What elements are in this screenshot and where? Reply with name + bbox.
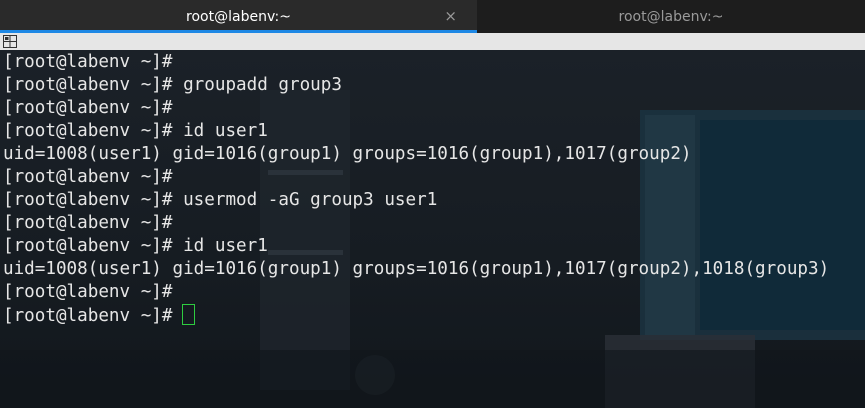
terminal-line: [root@labenv ~]# id user1 — [3, 120, 865, 143]
terminal-line-text: [root@labenv ~]# — [3, 98, 173, 118]
terminal-line: uid=1008(user1) gid=1016(group1) groups=… — [3, 258, 865, 281]
terminal-line-text: [root@labenv ~]# groupadd group3 — [3, 75, 342, 95]
terminal-line: [root@labenv ~]# — [3, 304, 865, 327]
terminal-line-text: uid=1008(user1) gid=1016(group1) groups=… — [3, 144, 692, 164]
terminal-line-text: uid=1008(user1) gid=1016(group1) groups=… — [3, 259, 830, 279]
tab-inactive[interactable]: root@labenv:~ — [477, 0, 865, 33]
terminal-line-text: [root@labenv ~]# — [3, 52, 173, 72]
terminal-line-text: [root@labenv ~]# — [3, 306, 173, 326]
terminal-line-text: [root@labenv ~]# usermod -aG group3 user… — [3, 190, 438, 210]
terminal-line: [root@labenv ~]# id user1 — [3, 235, 865, 258]
terminal-lines: [root@labenv ~]# [root@labenv ~]# groupad… — [3, 51, 865, 327]
terminal-line: uid=1008(user1) gid=1016(group1) groups=… — [3, 143, 865, 166]
terminal-line: [root@labenv ~]# — [3, 281, 865, 304]
terminal-line-text: [root@labenv ~]# id user1 — [3, 236, 268, 256]
terminal-line: [root@labenv ~]# — [3, 212, 865, 235]
terminal-line-text: [root@labenv ~]# — [3, 282, 173, 302]
terminal-line: [root@labenv ~]# — [3, 51, 865, 74]
close-icon[interactable]: × — [444, 8, 457, 24]
tab-title: root@labenv:~ — [618, 8, 724, 25]
terminal-window: root@labenv:~ × root@labenv:~ [root@labe… — [0, 0, 865, 408]
toolbar-strip — [0, 33, 865, 50]
tab-bar: root@labenv:~ × root@labenv:~ — [0, 0, 865, 33]
terminal-line: [root@labenv ~]# groupadd group3 — [3, 74, 865, 97]
split-view-icon[interactable] — [3, 35, 17, 48]
terminal-line: [root@labenv ~]# usermod -aG group3 user… — [3, 189, 865, 212]
terminal-line-text: [root@labenv ~]# id user1 — [3, 121, 268, 141]
terminal-line: [root@labenv ~]# — [3, 166, 865, 189]
tab-active[interactable]: root@labenv:~ × — [0, 0, 477, 33]
terminal-line-text: [root@labenv ~]# — [3, 213, 173, 233]
terminal-output[interactable]: [root@labenv ~]# [root@labenv ~]# groupad… — [0, 50, 865, 408]
tab-title: root@labenv:~ — [186, 8, 291, 25]
cursor — [182, 304, 196, 325]
terminal-line: [root@labenv ~]# — [3, 97, 865, 120]
terminal-line-text: [root@labenv ~]# — [3, 167, 173, 187]
